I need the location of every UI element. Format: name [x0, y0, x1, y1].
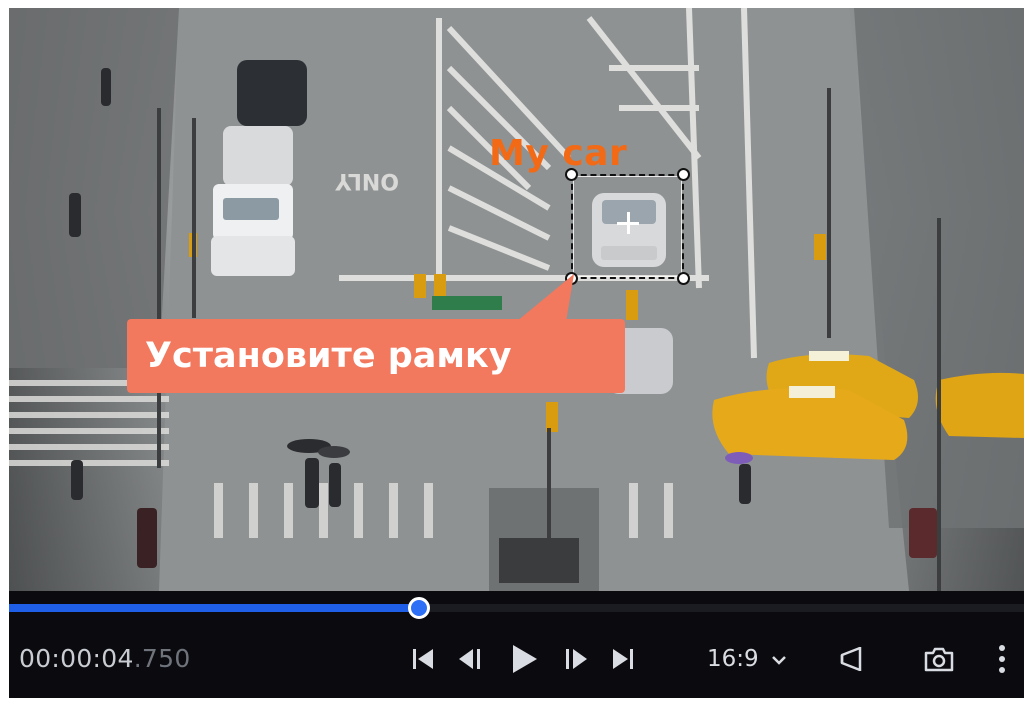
skip-to-start-icon [413, 649, 433, 669]
annotate-button[interactable] [833, 642, 867, 676]
megaphone-icon [840, 646, 862, 672]
more-vertical-icon [999, 645, 1005, 673]
previous-frame-button[interactable] [453, 642, 487, 676]
seek-bar[interactable] [9, 597, 1024, 619]
current-time: 00:00:04.750 [19, 644, 191, 673]
move-crosshair-icon[interactable] [617, 212, 639, 234]
play-icon [513, 645, 537, 673]
seek-bar-thumb[interactable] [408, 597, 431, 619]
tooltip-text: Установите рамку [145, 336, 512, 376]
previous-frame-icon [459, 649, 480, 669]
video-frame[interactable]: ONLY My car Установите рамку [9, 8, 1024, 591]
more-options-button[interactable] [985, 642, 1019, 676]
skip-to-start-button[interactable] [406, 642, 440, 676]
skip-to-end-icon [613, 649, 633, 669]
svg-text:ONLY: ONLY [334, 168, 399, 193]
resize-handle-bottom-right[interactable] [677, 272, 690, 285]
time-milliseconds: .750 [133, 644, 191, 673]
bounding-box[interactable] [565, 168, 690, 285]
resize-handle-top-right[interactable] [677, 168, 690, 181]
next-frame-button[interactable] [559, 642, 593, 676]
time-main: 00:00:04 [19, 644, 134, 673]
chevron-down-icon [771, 646, 787, 672]
hint-tooltip: Установите рамку [127, 319, 625, 393]
next-frame-icon [566, 649, 587, 669]
seek-bar-progress [9, 604, 420, 612]
video-player: ONLY My car Установите рамку 00:00:04.75… [9, 8, 1024, 698]
skip-to-end-button[interactable] [606, 642, 640, 676]
play-button[interactable] [507, 642, 541, 676]
resize-handle-top-left[interactable] [565, 168, 578, 181]
aspect-ratio-select[interactable]: 16:9 [707, 646, 787, 672]
aspect-ratio-value: 16:9 [707, 646, 759, 672]
object-label: My car [489, 133, 628, 174]
camera-icon [924, 647, 954, 672]
snapshot-button[interactable] [922, 642, 956, 676]
